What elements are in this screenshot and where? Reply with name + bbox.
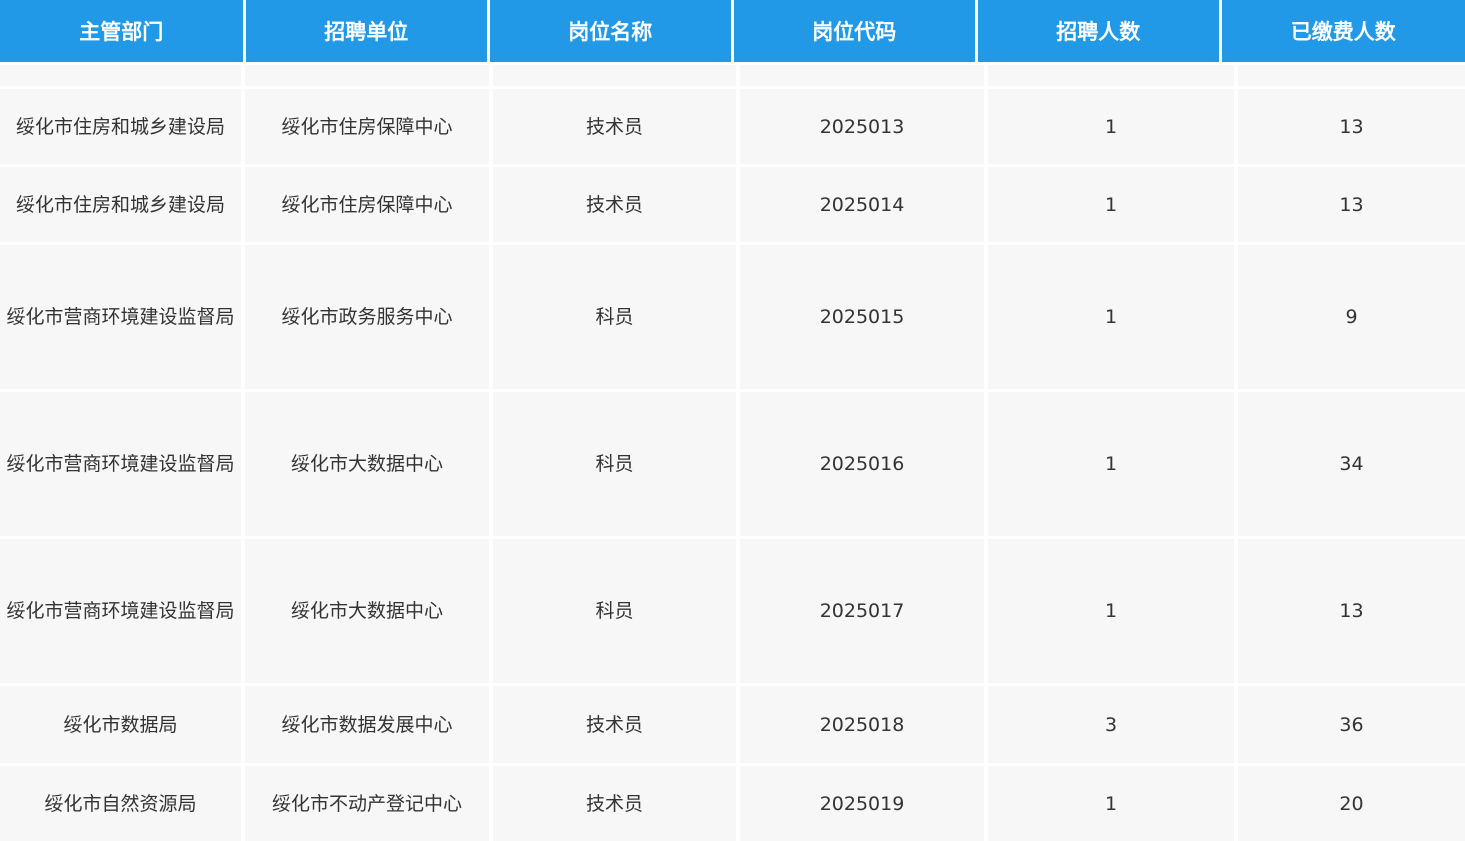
cell-dept: 绥化市住房和城乡建设局 <box>0 167 245 242</box>
cell-unit: 绥化市不动产登记中心 <box>245 766 493 841</box>
cell-paid: 36 <box>1238 686 1465 763</box>
cell-dept <box>0 65 245 86</box>
cell-paid: 9 <box>1238 245 1465 389</box>
cell-quota: 1 <box>988 539 1238 683</box>
cell-position: 科员 <box>493 392 740 536</box>
cell-code: 2025016 <box>740 392 988 536</box>
cell-code: 2025017 <box>740 539 988 683</box>
cell-code: 2025014 <box>740 167 988 242</box>
cell-code: 2025013 <box>740 89 988 164</box>
table-row <box>0 62 1465 86</box>
cell-unit <box>245 65 493 86</box>
header-paid: 已缴费人数 <box>1222 0 1465 62</box>
header-quota: 招聘人数 <box>978 0 1219 62</box>
cell-position: 技术员 <box>493 766 740 841</box>
table-row: 绥化市住房和城乡建设局 绥化市住房保障中心 技术员 2025013 1 13 <box>0 86 1465 164</box>
cell-position <box>493 65 740 86</box>
header-unit: 招聘单位 <box>246 0 488 62</box>
header-code: 岗位代码 <box>734 0 976 62</box>
cell-paid: 34 <box>1238 392 1465 536</box>
table-header: 主管部门 招聘单位 岗位名称 岗位代码 招聘人数 已缴费人数 <box>0 0 1465 62</box>
cell-quota: 1 <box>988 766 1238 841</box>
header-position: 岗位名称 <box>490 0 731 62</box>
cell-unit: 绥化市住房保障中心 <box>245 89 493 164</box>
header-dept: 主管部门 <box>0 0 243 62</box>
cell-paid: 13 <box>1238 89 1465 164</box>
cell-dept: 绥化市自然资源局 <box>0 766 245 841</box>
cell-position: 技术员 <box>493 89 740 164</box>
cell-position: 科员 <box>493 245 740 389</box>
cell-quota: 1 <box>988 392 1238 536</box>
table-row: 绥化市营商环境建设监督局 绥化市大数据中心 科员 2025016 1 34 <box>0 389 1465 536</box>
cell-quota: 3 <box>988 686 1238 763</box>
cell-code: 2025019 <box>740 766 988 841</box>
cell-code: 2025018 <box>740 686 988 763</box>
table-row: 绥化市营商环境建设监督局 绥化市大数据中心 科员 2025017 1 13 <box>0 536 1465 683</box>
cell-paid: 13 <box>1238 167 1465 242</box>
table-row: 绥化市自然资源局 绥化市不动产登记中心 技术员 2025019 1 20 <box>0 763 1465 841</box>
cell-code: 2025015 <box>740 245 988 389</box>
cell-unit: 绥化市住房保障中心 <box>245 167 493 242</box>
cell-quota: 1 <box>988 89 1238 164</box>
cell-quota: 1 <box>988 167 1238 242</box>
cell-paid: 20 <box>1238 766 1465 841</box>
cell-quota <box>988 65 1238 86</box>
cell-code <box>740 65 988 86</box>
table-body: 绥化市住房和城乡建设局 绥化市住房保障中心 技术员 2025013 1 13 绥… <box>0 62 1465 841</box>
cell-position: 科员 <box>493 539 740 683</box>
cell-dept: 绥化市营商环境建设监督局 <box>0 392 245 536</box>
cell-dept: 绥化市营商环境建设监督局 <box>0 245 245 389</box>
table-row: 绥化市住房和城乡建设局 绥化市住房保障中心 技术员 2025014 1 13 <box>0 164 1465 242</box>
table-row: 绥化市数据局 绥化市数据发展中心 技术员 2025018 3 36 <box>0 683 1465 763</box>
cell-position: 技术员 <box>493 167 740 242</box>
cell-dept: 绥化市住房和城乡建设局 <box>0 89 245 164</box>
cell-unit: 绥化市数据发展中心 <box>245 686 493 763</box>
cell-dept: 绥化市数据局 <box>0 686 245 763</box>
cell-unit: 绥化市大数据中心 <box>245 539 493 683</box>
cell-unit: 绥化市大数据中心 <box>245 392 493 536</box>
cell-unit: 绥化市政务服务中心 <box>245 245 493 389</box>
cell-dept: 绥化市营商环境建设监督局 <box>0 539 245 683</box>
cell-paid <box>1238 65 1465 86</box>
cell-position: 技术员 <box>493 686 740 763</box>
table-row: 绥化市营商环境建设监督局 绥化市政务服务中心 科员 2025015 1 9 <box>0 242 1465 389</box>
cell-paid: 13 <box>1238 539 1465 683</box>
cell-quota: 1 <box>988 245 1238 389</box>
